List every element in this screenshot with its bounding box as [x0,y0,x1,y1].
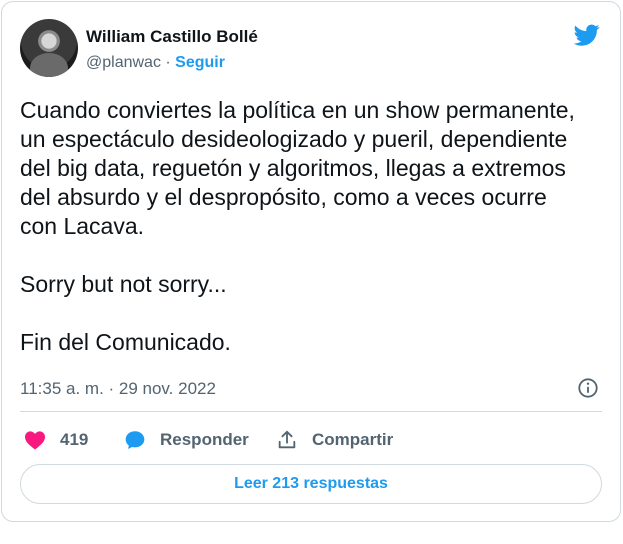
handle-separator: · [160,54,176,71]
tweet-paragraph: Cuando conviertes la política en un show… [20,97,575,239]
author-handle-row: @planwac · Seguir [86,53,225,73]
share-label: Compartir [312,430,394,449]
tweet-card: William Castillo Bollé @planwac · Seguir… [1,1,621,522]
tweet-text: Cuando conviertes la política en un show… [20,96,580,357]
tweet-timestamp[interactable]: 11:35 a. m. · 29 nov. 2022 [20,379,216,399]
author-name[interactable]: William Castillo Bollé [86,27,258,47]
info-icon[interactable] [577,377,599,399]
tweet-paragraph: Sorry but not sorry... [20,271,227,297]
reply-button[interactable]: Responder [124,429,249,451]
tweet-paragraph: Fin del Comunicado. [20,329,231,355]
read-replies-button[interactable]: Leer 213 respuestas [20,464,602,504]
like-count: 419 [60,430,89,449]
follow-button[interactable]: Seguir [175,54,225,71]
share-icon [278,430,296,449]
divider [20,411,602,412]
reply-label: Responder [160,430,249,449]
reply-bubble-icon [125,431,145,449]
like-button[interactable]: 419 [24,429,88,451]
share-button[interactable]: Compartir [276,429,393,451]
avatar[interactable] [20,19,78,77]
heart-icon [25,431,45,450]
twitter-bird-icon[interactable] [572,22,602,48]
author-handle[interactable]: @planwac [86,54,161,71]
